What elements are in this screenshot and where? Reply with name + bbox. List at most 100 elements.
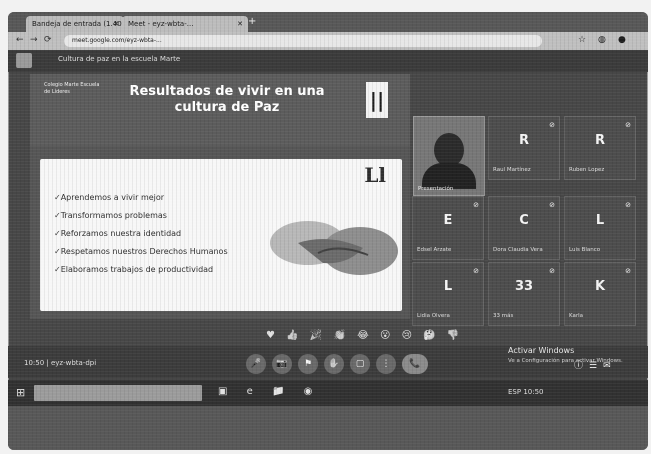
captions-icon[interactable]: ⚑	[298, 354, 318, 374]
participant-tile[interactable]: ⊘ L Luis Blanco	[564, 196, 636, 260]
participant-avatar: L	[595, 213, 605, 228]
profile-icon[interactable]: ●	[618, 35, 626, 45]
windows-activation-title: Activar Windows	[508, 346, 575, 355]
present-icon[interactable]: ▢	[350, 354, 370, 374]
reaction-clap-icon[interactable]: 👏	[333, 330, 349, 341]
participant-avatar: K	[594, 279, 606, 294]
tab-inbox[interactable]: Bandeja de entrada (1.406) ✕	[26, 16, 124, 32]
taskbar-apps: ▣ e 📁 ◉	[218, 386, 320, 397]
desk-surface	[8, 406, 648, 450]
slide-header: Colegio Marte Escuela de Líderes Resulta…	[30, 74, 410, 146]
participant-tile[interactable]: ⊘ L Lidia Olvera	[412, 262, 484, 326]
participant-avatar: E	[443, 213, 453, 228]
slide-title-line1: Resultados de vivir en una	[129, 84, 325, 99]
participant-tile[interactable]: ⊘ C Dora Claudia Vera	[488, 196, 560, 260]
meeting-code: 10:50 | eyz-wbta-dpi	[24, 359, 97, 367]
mic-off-icon: ⊘	[625, 121, 631, 129]
mic-off-icon: ⊘	[549, 121, 555, 129]
reaction-sad-icon[interactable]: 😢	[402, 330, 416, 341]
bullet-item: Aprendemos a vivir mejor	[54, 189, 228, 207]
raise-hand-icon[interactable]: ✋	[324, 354, 344, 374]
reaction-heart-icon[interactable]: ♥	[266, 330, 279, 341]
reaction-party-icon[interactable]: 🎉	[310, 330, 326, 341]
close-icon[interactable]: ✕	[237, 16, 243, 32]
reaction-thumbs-down-icon[interactable]: 👎	[447, 330, 463, 341]
participant-avatar: R	[518, 133, 529, 148]
school-logo: Colegio Marte Escuela de Líderes	[44, 82, 100, 95]
participant-tile[interactable]: ⊘ 33 33 más	[488, 262, 560, 326]
side-panel-icons[interactable]: ⓘ☰✉	[574, 358, 617, 371]
reaction-laugh-icon[interactable]: 😂	[357, 330, 373, 341]
participant-name: 33 más	[493, 313, 514, 319]
slide-content: Ll Aprendemos a vivir mejor Transformamo…	[40, 159, 402, 311]
photo-of-screen: Bandeja de entrada (1.406) ✕ Meet - eyz-…	[8, 12, 648, 450]
participant-avatar: C	[519, 213, 529, 228]
participant-name: Dora Claudia Vera	[493, 247, 543, 253]
windows-taskbar: ⊞ ▣ e 📁 ◉ ESP 10:50	[8, 380, 648, 406]
mic-icon[interactable]: 🎤	[246, 354, 266, 374]
participant-camera-tile[interactable]: Presentación	[413, 116, 485, 196]
back-icon[interactable]: ←	[16, 35, 24, 45]
handshake-illustration	[270, 221, 398, 275]
reaction-surprised-icon[interactable]: 😮	[380, 330, 394, 341]
mic-off-icon: ⊘	[473, 201, 479, 209]
participant-avatar: L	[443, 279, 453, 294]
forward-icon[interactable]: →	[30, 35, 38, 45]
bullet-item: Reforzamos nuestra identidad	[54, 225, 228, 243]
participant-name: Presentación	[418, 186, 454, 192]
reaction-bar: ♥ 👍 🎉 👏 😂 😮 😢 🤔 👎	[266, 330, 463, 341]
slide-title: Resultados de vivir en una cultura de Pa…	[122, 84, 332, 116]
task-view-icon[interactable]: ▣	[218, 386, 235, 397]
system-tray[interactable]: ESP 10:50	[508, 388, 544, 396]
tab-label: Meet - eyz-wbta-...	[128, 20, 194, 28]
file-explorer-icon[interactable]: 📁	[272, 386, 292, 397]
new-tab-button[interactable]: +	[248, 16, 256, 27]
camera-icon[interactable]: 📷	[272, 354, 292, 374]
url-field[interactable]: meet.google.com/eyz-wbta-...	[64, 35, 542, 47]
reload-icon[interactable]: ⟳	[44, 35, 52, 45]
mic-off-icon: ⊘	[625, 267, 631, 275]
participant-video	[434, 133, 464, 167]
participant-name: Luis Blanco	[569, 247, 601, 253]
end-call-button[interactable]: 📞	[402, 354, 428, 374]
mic-off-icon: ⊘	[549, 267, 555, 275]
star-icon[interactable]: ☆	[578, 35, 586, 45]
brand-icon: ||	[366, 82, 388, 118]
start-menu-icon[interactable]: ⊞	[16, 386, 25, 399]
bullet-item: Elaboramos trabajos de productividad	[54, 261, 228, 279]
participant-tile[interactable]: ⊘ R Raul Martínez	[488, 116, 560, 180]
mic-off-icon: ⊘	[625, 201, 631, 209]
edge-icon[interactable]: e	[247, 386, 261, 397]
participant-name: Ruben Lopez	[569, 167, 605, 173]
tab-label: Bandeja de entrada (1.406)	[32, 20, 124, 28]
participant-name: Lidia Olvera	[417, 313, 450, 319]
address-bar: ← → ⟳ meet.google.com/eyz-wbta-... ☆ ◍ ●	[8, 32, 648, 50]
mic-off-icon: ⊘	[549, 201, 555, 209]
more-options-icon[interactable]: ⋮	[376, 354, 396, 374]
participant-name: Edsel Arzate	[417, 247, 452, 253]
participant-avatar: 33	[514, 279, 534, 294]
meeting-control-bar: 10:50 | eyz-wbta-dpi 🎤 📷 ⚑ ✋ ▢ ⋮ 📞 Activ…	[8, 346, 648, 378]
slide-mark: Ll	[364, 163, 386, 187]
taskbar-search-input[interactable]	[34, 385, 202, 401]
tab-meet[interactable]: Meet - eyz-wbta-... ✕	[122, 16, 248, 32]
slide-title-line2: cultura de Paz	[174, 100, 280, 115]
participant-name: Karla	[569, 313, 584, 319]
participant-tile[interactable]: ⊘ E Edsel Arzate	[412, 196, 484, 260]
meeting-title: Cultura de paz en la escuela Marte	[58, 55, 181, 63]
participant-tile[interactable]: ⊘ K Karla	[564, 262, 636, 326]
chrome-icon[interactable]: ◉	[304, 386, 321, 397]
bullet-item: Respetamos nuestros Derechos Humanos	[54, 243, 228, 261]
mic-off-icon: ⊘	[473, 267, 479, 275]
presentation-slide: Colegio Marte Escuela de Líderes Resulta…	[30, 74, 410, 319]
reaction-thumbs-up-icon[interactable]: 👍	[286, 330, 302, 341]
reaction-thinking-icon[interactable]: 🤔	[423, 330, 439, 341]
participant-name: Raul Martínez	[493, 167, 531, 173]
meet-logo-icon	[16, 53, 32, 68]
bullet-item: Transformamos problemas	[54, 207, 228, 225]
meet-header: Cultura de paz en la escuela Marte	[8, 50, 648, 72]
bullet-list: Aprendemos a vivir mejor Transformamos p…	[54, 189, 228, 279]
close-icon[interactable]: ✕	[113, 16, 119, 32]
participant-tile[interactable]: ⊘ R Ruben Lopez	[564, 116, 636, 180]
extension-icon[interactable]: ◍	[598, 35, 606, 45]
